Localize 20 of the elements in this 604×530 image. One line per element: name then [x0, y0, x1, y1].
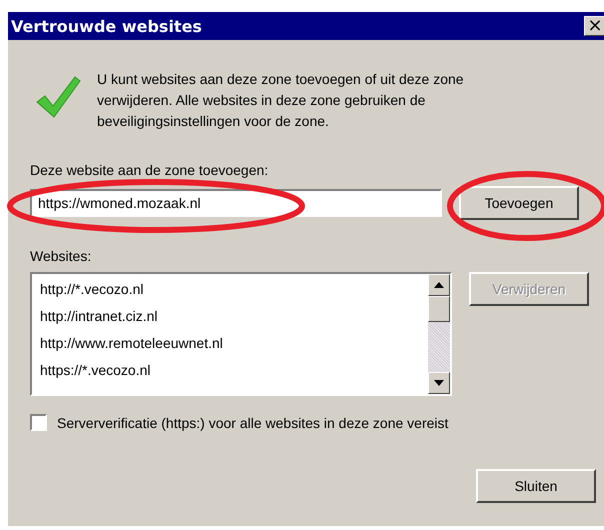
down-arrow-icon[interactable]	[434, 380, 444, 386]
list-item[interactable]: http://intranet.ciz.nl	[40, 303, 420, 330]
add-button[interactable]: Toevoegen	[459, 186, 579, 220]
window-title: Vertrouwde websites	[11, 16, 202, 36]
scrollbar[interactable]	[428, 274, 450, 394]
websites-list[interactable]: http://*.vecozo.nl http://intranet.ciz.nl http://www.remoteleeuwnet.nl https://*.vecozo.nl	[30, 272, 452, 396]
field-label: Deze website aan de zone toevoegen:	[30, 162, 270, 178]
up-arrow-icon[interactable]	[434, 282, 444, 288]
close-dialog-button[interactable]: Sluiten	[476, 469, 596, 503]
checkbox[interactable]	[30, 414, 47, 431]
list-item[interactable]: http://www.remoteleeuwnet.nl	[40, 330, 420, 357]
intro-text: U kunt websites aan deze zone toevoegen of uit deze zone verwijderen. Alle websites in deze zone gebruiken de beveiligingsinstellingen voor de zone.	[97, 70, 465, 131]
website-input-field[interactable]: https://wmoned.mozaak.nl	[30, 189, 442, 217]
list-label: Websites:	[30, 248, 92, 264]
checkmark-icon	[35, 75, 81, 119]
list-item[interactable]: https://*.vecozo.nl	[40, 357, 420, 384]
list-item[interactable]: http://*.vecozo.nl	[40, 276, 420, 303]
scroll-thumb[interactable]	[428, 296, 450, 322]
close-button[interactable]: ×	[584, 16, 604, 36]
checkbox-label: Serververificatie (https:) voor alle websites in deze zone vereist	[57, 414, 448, 430]
